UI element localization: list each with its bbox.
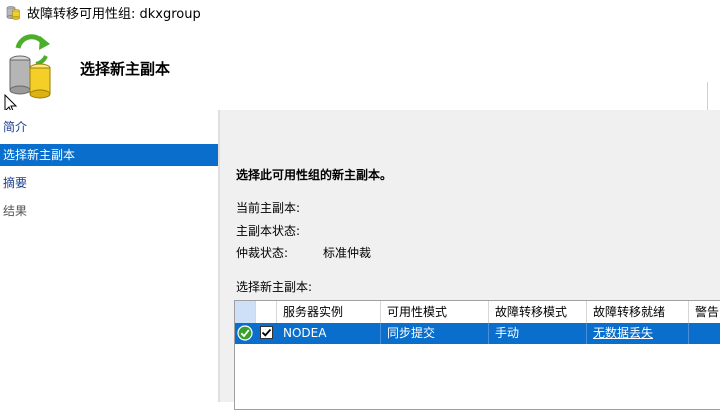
header-check-col[interactable] (256, 301, 277, 323)
cell-failover-readiness-link[interactable]: 无数据丢失 (587, 323, 689, 344)
title-bar: 故障转移可用性组: dkxgroup (0, 0, 720, 24)
wizard-nav: 简介 选择新主副本 摘要 结果 (0, 110, 218, 402)
wizard-header: 选择新主副本 (0, 24, 720, 110)
replica-grid[interactable]: 服务器实例 可用性模式 故障转移模式 故障转移就绪 警告 NODEA 同步提交 … (234, 300, 720, 410)
failover-database-icon (9, 34, 51, 99)
arbitration-label: 仲裁状态: (236, 246, 289, 260)
header-warnings[interactable]: 警告 (689, 301, 720, 323)
header-server-instance[interactable]: 服务器实例 (277, 301, 381, 323)
cell-warnings (689, 323, 720, 344)
check-ok-icon (237, 325, 253, 341)
header-availability-mode[interactable]: 可用性模式 (381, 301, 489, 323)
nav-item-intro[interactable]: 简介 (0, 116, 218, 138)
header-divider (707, 82, 708, 110)
nav-item-select-primary[interactable]: 选择新主副本 (0, 144, 218, 166)
header-failover-mode[interactable]: 故障转移模式 (489, 301, 587, 323)
main-panel: 选择此可用性组的新主副本。 当前主副本: 主副本状态: 仲裁状态: 标准仲裁 选… (220, 110, 720, 410)
cell-server-instance: NODEA (277, 323, 381, 344)
arbitration-value: 标准仲裁 (323, 246, 372, 260)
nav-item-results: 结果 (3, 204, 28, 218)
table-row[interactable]: NODEA 同步提交 手动 无数据丢失 (235, 323, 720, 344)
header-status-col[interactable] (235, 301, 256, 323)
window-title: 故障转移可用性组: dkxgroup (27, 7, 201, 22)
current-primary-label: 当前主副本: (236, 201, 301, 215)
cell-availability-mode: 同步提交 (381, 323, 489, 344)
page-heading: 选择新主副本 (80, 60, 171, 78)
header-failover-readiness[interactable]: 故障转移就绪 (587, 301, 689, 323)
page-description: 选择此可用性组的新主副本。 (236, 168, 393, 182)
row-checkbox[interactable] (260, 326, 273, 339)
database-app-icon (6, 6, 20, 20)
nav-item-summary[interactable]: 摘要 (0, 172, 218, 194)
grid-header: 服务器实例 可用性模式 故障转移模式 故障转移就绪 警告 (235, 301, 720, 324)
select-primary-label: 选择新主副本: (236, 280, 313, 294)
cell-failover-mode: 手动 (489, 323, 587, 344)
primary-state-label: 主副本状态: (236, 224, 301, 238)
